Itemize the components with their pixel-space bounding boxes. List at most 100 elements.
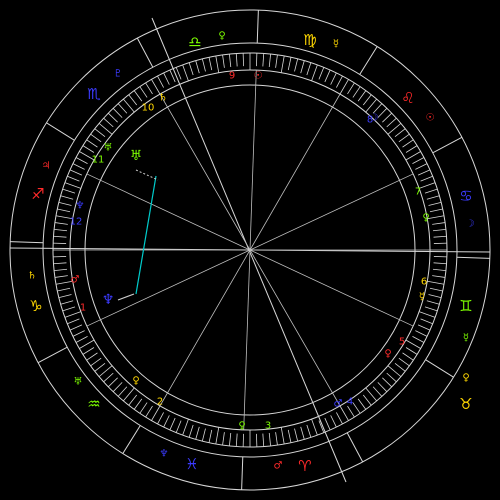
uranus-planet-icon: ♅ bbox=[130, 148, 143, 164]
aspect-line bbox=[117, 293, 135, 301]
degree-tick bbox=[398, 357, 410, 367]
degree-tick bbox=[433, 262, 447, 265]
degree-tick bbox=[94, 128, 106, 138]
degree-tick bbox=[432, 229, 446, 232]
degree-tick bbox=[215, 427, 220, 445]
degree-tick bbox=[377, 108, 388, 118]
degree-tick bbox=[330, 415, 337, 428]
degree-tick bbox=[82, 145, 95, 153]
degree-tick bbox=[415, 163, 428, 170]
sign-boundary bbox=[346, 432, 364, 463]
degree-tick bbox=[362, 394, 372, 406]
degree-tick bbox=[294, 58, 299, 72]
degree-tick bbox=[108, 112, 118, 123]
degree-tick bbox=[405, 151, 421, 161]
aquarius-sign-glyph: ♒ bbox=[87, 395, 100, 413]
degree-tick bbox=[357, 90, 367, 102]
degree-tick bbox=[394, 362, 406, 372]
degree-tick bbox=[352, 402, 361, 414]
sign-ruler-icon: ♀ bbox=[218, 31, 225, 42]
degree-tick bbox=[372, 386, 383, 397]
degree-tick bbox=[362, 94, 372, 106]
cancer-sign-glyph: ♋ bbox=[459, 187, 472, 205]
aspect-lines bbox=[117, 169, 159, 301]
degree-tick bbox=[412, 336, 425, 343]
degree-tick bbox=[98, 123, 113, 135]
house-cusp bbox=[249, 249, 414, 327]
degree-tick bbox=[426, 300, 440, 305]
degree-tick bbox=[311, 419, 318, 436]
degree-tick bbox=[405, 339, 421, 349]
degree-tick bbox=[75, 157, 88, 164]
house-ruler-icon: ☉ bbox=[254, 71, 263, 82]
degree-tick bbox=[428, 201, 442, 206]
degree-tick bbox=[222, 54, 225, 68]
degree-tick bbox=[128, 394, 138, 406]
degree-tick bbox=[72, 330, 85, 337]
degree-tick bbox=[311, 64, 318, 81]
house-ruler-icon: ♆ bbox=[76, 201, 85, 212]
degree-tick bbox=[306, 424, 312, 438]
degree-tick bbox=[336, 75, 343, 88]
degree-tick bbox=[429, 287, 443, 292]
degree-tick bbox=[79, 339, 95, 349]
degree-tick bbox=[347, 82, 355, 95]
degree-tick bbox=[424, 188, 438, 194]
degree-tick bbox=[420, 318, 433, 325]
degree-tick bbox=[54, 268, 68, 271]
degree-tick bbox=[387, 123, 402, 135]
house-number-11: 11 bbox=[92, 155, 105, 166]
degree-tick bbox=[405, 347, 418, 355]
degree-tick bbox=[157, 412, 164, 425]
degree-tick bbox=[235, 433, 238, 447]
degree-tick bbox=[412, 157, 425, 164]
degree-tick bbox=[60, 300, 74, 305]
degree-tick bbox=[377, 382, 388, 392]
degree-tick bbox=[163, 72, 170, 85]
degree-tick bbox=[235, 53, 238, 67]
degree-tick bbox=[112, 108, 123, 118]
house-number-7: 7 bbox=[415, 187, 421, 198]
degree-tick bbox=[427, 280, 445, 285]
degree-tick bbox=[72, 163, 85, 170]
sign-boundary bbox=[37, 346, 68, 364]
degree-tick bbox=[432, 275, 446, 278]
degree-tick bbox=[382, 112, 392, 123]
degree-tick bbox=[175, 420, 182, 433]
degree-tick bbox=[398, 133, 410, 143]
degree-tick bbox=[222, 432, 225, 446]
house-ruler-icon: ♂ bbox=[71, 275, 80, 286]
house-number-10: 10 bbox=[142, 103, 155, 114]
taurus-sign-glyph: ♉ bbox=[459, 395, 472, 413]
degree-tick bbox=[268, 54, 271, 68]
degree-tick bbox=[275, 432, 278, 446]
degree-tick bbox=[98, 365, 113, 377]
scorpio-sign-glyph: ♏ bbox=[87, 85, 101, 103]
sign-boundary bbox=[122, 425, 141, 454]
degree-tick bbox=[324, 417, 331, 431]
degree-tick bbox=[53, 262, 67, 265]
house-ruler-icon: ♂ bbox=[334, 399, 343, 410]
house-number-3: 3 bbox=[265, 421, 271, 432]
degree-tick bbox=[300, 60, 305, 74]
degree-tick bbox=[103, 117, 114, 128]
degree-tick bbox=[280, 55, 285, 73]
house-cusp bbox=[249, 93, 341, 251]
degree-tick bbox=[357, 398, 367, 410]
neptune-planet-icon: ♆ bbox=[102, 292, 115, 308]
degree-tick bbox=[287, 429, 292, 443]
degree-tick bbox=[157, 75, 164, 88]
degree-tick bbox=[229, 432, 232, 446]
degree-tick bbox=[90, 133, 102, 143]
house-ruler-icon: ♅ bbox=[104, 143, 113, 154]
aspect-line bbox=[135, 175, 157, 295]
sign-boundary bbox=[432, 136, 463, 154]
degree-tick bbox=[402, 139, 414, 148]
degree-tick bbox=[54, 229, 68, 232]
virgo-sign-glyph: ♍ bbox=[303, 31, 316, 49]
degree-tick bbox=[69, 324, 83, 331]
degree-tick bbox=[386, 117, 397, 128]
sign-boundary bbox=[136, 37, 154, 68]
house-cusp bbox=[86, 249, 251, 327]
sign-ruler-icon: ☿ bbox=[333, 39, 339, 50]
